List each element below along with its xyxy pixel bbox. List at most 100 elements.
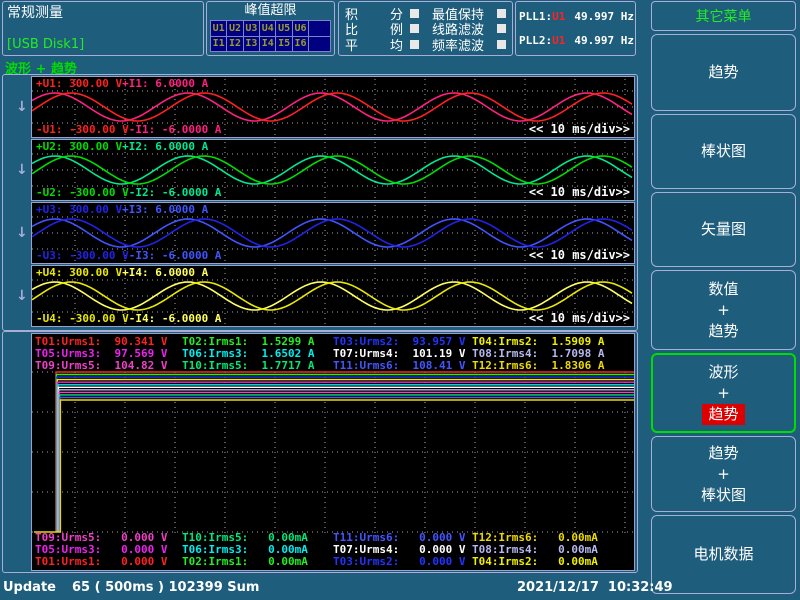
sidebar-button-label: 波形 xyxy=(708,362,738,383)
peak-cell-u3: U3 xyxy=(244,21,259,36)
waveform-channel-3: ↓ +U3: 300.00 V+I3: 6.0000 A -U3: -300.00 … xyxy=(3,202,637,264)
toggle-checkbox[interactable] xyxy=(497,9,506,18)
sidebar-button-label: + xyxy=(717,300,730,321)
measure-mode-panel: 常规测量 [USB Disk1] xyxy=(2,1,204,56)
instrument-screen: 常规测量 [USB Disk1] 峰值超限 U1U2U3U4U5U6I1I2I3… xyxy=(0,0,800,600)
toggle-row: 平均 频率滤波 xyxy=(345,37,506,51)
waveform-bottom-scale-label: -U2: -300.00 V-I2: -6.0000 A xyxy=(36,186,221,199)
sidebar-button-label: 趋势 xyxy=(708,321,738,342)
trend-readout: T02:Irms1: 0.00mA xyxy=(182,556,333,568)
waveform-channel-1: ↓ +U1: 300.00 V+I1: 6.0000 A -U1: -300.00 … xyxy=(3,76,637,138)
waveform-top-scale-label: +U2: 300.00 V+I2: 6.0000 A xyxy=(36,140,208,153)
waveform-area: ↓ +U1: 300.00 V+I1: 6.0000 A -U1: -300.00 … xyxy=(2,74,638,331)
toggle-left-label: 平均 xyxy=(345,35,403,54)
toggle-checkbox[interactable] xyxy=(410,24,419,33)
zero-marker-icon: ↓ xyxy=(16,99,28,115)
trend-panel: T01:Urms1: 90.341 VT02:Irms1: 1.5299 AT0… xyxy=(31,333,635,571)
sidebar-button-趋势+棒状图[interactable]: 趋势+棒状图 xyxy=(651,436,796,512)
peak-cell-i4: I4 xyxy=(260,37,275,52)
peak-cell-u1: U1 xyxy=(211,21,226,36)
zero-marker-icon: ↓ xyxy=(16,225,28,241)
pll2-value: 49.997 Hz xyxy=(574,34,634,47)
trend-top-readouts: T01:Urms1: 90.341 VT02:Irms1: 1.5299 AT0… xyxy=(35,336,604,372)
peak-cell-i3: I3 xyxy=(244,37,259,52)
toggle-row: 积分最值保持 xyxy=(345,6,506,20)
sidebar-button-趋势[interactable]: 趋势 xyxy=(651,34,796,111)
trend-chart xyxy=(32,370,634,536)
toggle-checkbox[interactable] xyxy=(410,9,419,18)
peak-cell-u4: U4 xyxy=(260,21,275,36)
pll1-readout: PLL1:U1 49.997 Hz xyxy=(519,10,632,23)
sidebar-button-数值+趋势[interactable]: 数值+趋势 xyxy=(651,270,796,350)
waveform-panel: +U2: 300.00 V+I2: 6.0000 A -U2: -300.00 V… xyxy=(31,139,635,201)
waveform-bottom-scale-label: -U4: -300.00 V-I4: -6.0000 A xyxy=(36,312,221,325)
usb-disk-label: [USB Disk1] xyxy=(7,37,84,52)
status-bar: Update 65 ( 500ms ) 102399 Sum 2021/12/1… xyxy=(0,575,648,600)
pll2-label: PLL2: xyxy=(519,34,552,47)
pll2-source: U1 xyxy=(552,34,565,47)
waveform-panel: +U1: 300.00 V+I1: 6.0000 A -U1: -300.00 V… xyxy=(31,76,635,138)
waveform-top-scale-label: +U4: 300.00 V+I4: 6.0000 A xyxy=(36,266,208,279)
peak-cell-i6: I6 xyxy=(293,37,308,52)
sidebar-button-label: 趋势 xyxy=(708,443,738,464)
measure-mode-label: 常规测量 xyxy=(7,4,199,22)
pll2-readout: PLL2:U1 49.997 Hz xyxy=(519,34,632,47)
toggles-panel: 积分最值保持比例线路滤波平均 频率滤波 xyxy=(338,1,513,56)
waveform-top-scale-label: +U3: 300.00 V+I3: 6.0000 A xyxy=(36,203,208,216)
waveform-bottom-scale-label: -U1: -300.00 V-I1: -6.0000 A xyxy=(36,123,221,136)
peak-over-limit-grid: U1U2U3U4U5U6I1I2I3I4I5I6 xyxy=(210,20,331,52)
toggle-row: 比例线路滤波 xyxy=(345,22,506,36)
timebase-label: << 10 ms/div>> xyxy=(529,122,630,136)
sidebar-menu-title: 其它菜单 xyxy=(651,1,796,31)
sidebar-button-label: 棒状图 xyxy=(701,485,746,506)
trend-readout: T04:Irms2: 0.00mA xyxy=(472,556,598,568)
trend-bottom-readouts: T09:Urms5: 0.000 VT10:Irms5: 0.00mAT11:U… xyxy=(35,532,598,568)
peak-cell-u5: U5 xyxy=(276,21,291,36)
update-count: 65 ( 500ms ) 102399 Sum xyxy=(72,580,259,595)
peak-cell-u2: U2 xyxy=(227,21,242,36)
toggle-checkbox[interactable] xyxy=(497,40,506,49)
peak-cell-i5: I5 xyxy=(276,37,291,52)
toggle-checkbox[interactable] xyxy=(497,24,506,33)
peak-cell-i2: I2 xyxy=(227,37,242,52)
waveform-panel: +U3: 300.00 V+I3: 6.0000 A -U3: -300.00 V… xyxy=(31,202,635,264)
zero-marker-icon: ↓ xyxy=(16,162,28,178)
timebase-label: << 10 ms/div>> xyxy=(529,248,630,262)
peak-cell-i1: I1 xyxy=(211,37,226,52)
timebase-label: << 10 ms/div>> xyxy=(529,311,630,325)
sidebar-button-棒状图[interactable]: 棒状图 xyxy=(651,114,796,189)
sidebar-button-label: 趋势 xyxy=(708,62,738,83)
waveform-channel-2: ↓ +U2: 300.00 V+I2: 6.0000 A -U2: -300.00 … xyxy=(3,139,637,201)
sidebar-button-label: + xyxy=(717,464,730,485)
sidebar-button-label: 数值 xyxy=(708,279,738,300)
datetime-label: 2021/12/17 10:32:49 xyxy=(517,580,673,595)
sidebar-button-label: + xyxy=(717,383,730,404)
sidebar-button-label: 矢量图 xyxy=(701,219,746,240)
waveform-bottom-scale-label: -U3: -300.00 V-I3: -6.0000 A xyxy=(36,249,221,262)
trend-readout: T03:Urms2: 0.000 V xyxy=(333,556,472,568)
update-label: Update xyxy=(3,580,56,595)
timebase-label: << 10 ms/div>> xyxy=(529,185,630,199)
pll1-label: PLL1: xyxy=(519,10,552,23)
sidebar-button-电机数据[interactable]: 电机数据 xyxy=(651,515,796,594)
trend-readout: T01:Urms1: 0.000 V xyxy=(35,556,182,568)
peak-cell-empty xyxy=(309,21,330,36)
waveform-panel: +U4: 300.00 V+I4: 6.0000 A -U4: -300.00 V… xyxy=(31,265,635,327)
toggle-checkbox[interactable] xyxy=(410,40,419,49)
peak-over-limit-title: 峰值超限 xyxy=(207,2,334,19)
waveform-top-scale-label: +U1: 300.00 V+I1: 6.0000 A xyxy=(36,77,208,90)
pll1-value: 49.997 Hz xyxy=(574,10,634,23)
sidebar-button-波形+趋势[interactable]: 波形+趋势 xyxy=(651,353,796,433)
trend-area: T01:Urms1: 90.341 VT02:Irms1: 1.5299 AT0… xyxy=(2,331,638,573)
sidebar-button-矢量图[interactable]: 矢量图 xyxy=(651,192,796,267)
sidebar-menu: 其它菜单 趋势棒状图矢量图数值+趋势波形+趋势趋势+棒状图电机数据 xyxy=(651,0,798,600)
peak-cell-empty xyxy=(309,37,330,52)
zero-marker-icon: ↓ xyxy=(16,288,28,304)
pll1-source: U1 xyxy=(552,10,565,23)
pll-panel: PLL1:U1 49.997 Hz PLL2:U1 49.997 Hz xyxy=(515,1,636,56)
sidebar-button-label: 电机数据 xyxy=(693,544,753,565)
toggle-right-label: 频率滤波 xyxy=(432,35,490,54)
peak-over-limit-panel: 峰值超限 U1U2U3U4U5U6I1I2I3I4I5I6 xyxy=(206,1,335,56)
waveform-channel-4: ↓ +U4: 300.00 V+I4: 6.0000 A -U4: -300.00 … xyxy=(3,265,637,327)
sidebar-button-label: 棒状图 xyxy=(701,141,746,162)
